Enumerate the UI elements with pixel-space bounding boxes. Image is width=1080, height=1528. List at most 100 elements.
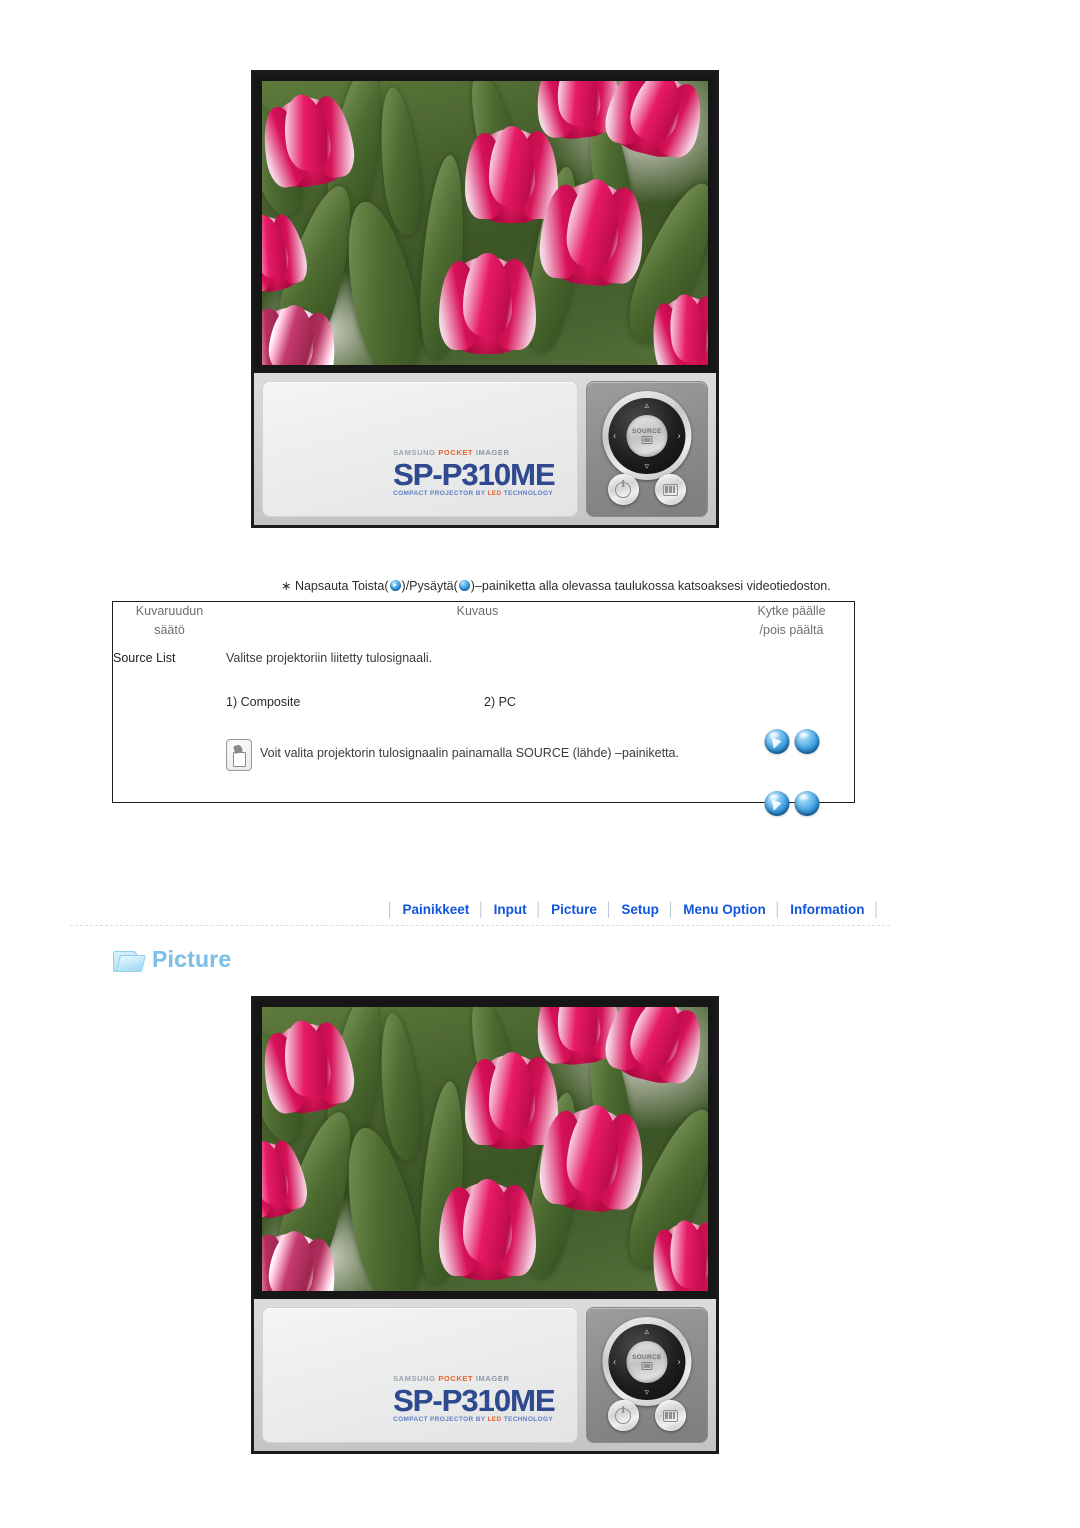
- header-description-text: Kuvaus: [456, 604, 499, 618]
- device-model-text: SP-P310ME: [393, 1382, 556, 1418]
- nav-item-menu-option[interactable]: Menu Option: [683, 902, 765, 917]
- brand-pocket-text: POCKET: [438, 1374, 474, 1384]
- row-note-text: Voit valita projektorin tulosignaalin pa…: [260, 745, 679, 760]
- power-icon: [615, 481, 632, 498]
- header-setting-line1: Kuvaruudun: [135, 604, 204, 618]
- menu-icon: [662, 483, 678, 496]
- device-body-top: SAMSUNG POCKET IMAGER SP-P310ME COMPACT …: [254, 373, 716, 525]
- source-button-label: SOURCE: [631, 1353, 662, 1361]
- header-setting-line2: säätö: [154, 623, 185, 638]
- stop-ball-icon[interactable]: [794, 728, 819, 754]
- table-row: Source List Valitse projektoriin liitett…: [113, 650, 854, 816]
- source-button[interactable]: SOURCE: [626, 415, 668, 457]
- source-input-icon: [641, 435, 653, 444]
- source-button-label: SOURCE: [631, 427, 662, 435]
- source-input-icon: [641, 1361, 653, 1370]
- nav-separator: │: [604, 902, 614, 917]
- tagline-pre-text: COMPACT PROJECTOR BY: [393, 1415, 486, 1423]
- power-icon: [615, 1407, 632, 1424]
- table-header-setting: Kuvaruudun säätö: [113, 602, 226, 651]
- row-options: 1) Composite 2) PC: [226, 695, 729, 709]
- tagline-led-text: LED: [487, 1415, 502, 1423]
- nav-item-setup[interactable]: Setup: [621, 902, 659, 917]
- table-caption: ∗ Napsauta Toista( )/Pysäytä( )–painiketta…: [281, 578, 831, 593]
- nav-item-picture[interactable]: Picture: [551, 902, 597, 917]
- power-button[interactable]: [607, 473, 639, 506]
- menu-button[interactable]: [654, 1399, 686, 1432]
- header-onoff-line1: Kytke päälle: [757, 604, 826, 618]
- nav-separator: │: [534, 902, 544, 917]
- nav-divider: [70, 925, 890, 926]
- nav-separator: │: [872, 902, 881, 917]
- menu-icon: [662, 1409, 678, 1422]
- stop-ball-icon-inline: [458, 580, 470, 591]
- caption-suffix-text: )–painiketta alla olevassa taulukossa ka…: [470, 579, 831, 593]
- tulip-photo-top: [262, 81, 708, 365]
- tulip-photo-bottom: [262, 1007, 708, 1291]
- device-button-row-top: [587, 473, 707, 506]
- video-controls-top: [764, 728, 819, 754]
- tagline-led-text: LED: [487, 489, 502, 497]
- menu-button[interactable]: [654, 473, 686, 506]
- device-front-panel-bottom: SAMSUNG POCKET IMAGER SP-P310ME COMPACT …: [262, 1307, 578, 1443]
- projected-screen-bottom: [254, 999, 716, 1299]
- dpad-outer-ring[interactable]: ▵ ▿ ‹ › SOURCE: [602, 1317, 692, 1407]
- tagline-pre-text: COMPACT PROJECTOR BY: [393, 489, 486, 497]
- brand-samsung-text: SAMSUNG: [393, 1374, 436, 1384]
- projector-device-image-bottom: SAMSUNG POCKET IMAGER SP-P310ME COMPACT …: [251, 996, 719, 1454]
- dpad-outer-ring[interactable]: ▵ ▿ ‹ › SOURCE: [602, 391, 692, 481]
- chevron-down-icon[interactable]: ▿: [645, 1388, 650, 1397]
- projected-screen-top: [254, 73, 716, 373]
- device-model-text: SP-P310ME: [393, 456, 556, 492]
- table-header-description: Kuvaus: [226, 602, 729, 651]
- power-button[interactable]: [607, 1399, 639, 1432]
- device-control-pad-top: ▵ ▿ ‹ › SOURCE: [585, 381, 708, 517]
- device-button-row-bottom: [587, 1399, 707, 1432]
- nav-item-painikkeet[interactable]: Painikkeet: [402, 902, 469, 917]
- page-title: Picture: [152, 946, 232, 972]
- row-option-pc: 2) PC: [484, 694, 516, 709]
- section-navigation: │ Painikkeet │ Input │ Picture │ Setup │…: [378, 902, 889, 917]
- dpad-navigation-ring[interactable]: ▵ ▿ ‹ › SOURCE: [608, 1323, 686, 1401]
- chevron-down-icon[interactable]: ▿: [645, 462, 650, 471]
- video-controls-bottom: [764, 790, 819, 816]
- projector-device-image-top: SAMSUNG POCKET IMAGER SP-P310ME COMPACT …: [251, 70, 719, 528]
- chevron-left-icon[interactable]: ‹: [613, 1357, 616, 1366]
- row-onoff-cell: [729, 651, 854, 816]
- chevron-up-icon[interactable]: ▵: [645, 401, 650, 410]
- chevron-up-icon[interactable]: ▵: [645, 1327, 650, 1336]
- device-branding-top: SAMSUNG POCKET IMAGER SP-P310ME COMPACT …: [393, 448, 556, 497]
- nav-separator: │: [666, 902, 676, 917]
- brand-pocket-text: POCKET: [438, 448, 474, 458]
- nav-separator: │: [773, 902, 783, 917]
- tagline-post-text: TECHNOLOGY: [503, 489, 554, 497]
- table-header-onoff: Kytke päälle /pois päältä: [729, 602, 854, 651]
- device-control-pad-bottom: ▵ ▿ ‹ › SOURCE: [585, 1307, 708, 1443]
- brand-imager-text: IMAGER: [475, 448, 510, 458]
- row-note: Voit valita projektorin tulosignaalin pa…: [226, 738, 729, 771]
- chevron-right-icon[interactable]: ›: [678, 1357, 681, 1366]
- nav-separator: │: [477, 902, 486, 917]
- play-ball-icon[interactable]: [764, 728, 789, 754]
- source-button[interactable]: SOURCE: [626, 1341, 668, 1383]
- nav-item-information[interactable]: Information: [790, 902, 864, 917]
- note-hand-icon: [226, 738, 252, 771]
- caption-prefix-text: ∗ Napsauta Toista(: [281, 579, 389, 593]
- row-option-composite: 1) Composite: [226, 694, 301, 709]
- chevron-left-icon[interactable]: ‹: [613, 431, 616, 440]
- stop-ball-icon[interactable]: [794, 790, 819, 816]
- nav-item-input[interactable]: Input: [494, 902, 527, 917]
- source-list-table: Kuvaruudun säätö Kuvaus Kytke päälle /po…: [112, 601, 855, 816]
- brand-samsung-text: SAMSUNG: [393, 448, 436, 458]
- folder-icon: [113, 948, 147, 972]
- caption-middle-text: )/Pysäytä(: [401, 579, 458, 593]
- brand-imager-text: IMAGER: [475, 1374, 510, 1384]
- device-branding-bottom: SAMSUNG POCKET IMAGER SP-P310ME COMPACT …: [393, 1374, 556, 1423]
- play-ball-icon[interactable]: [764, 790, 789, 816]
- row-setting-name: Source List: [113, 650, 176, 665]
- chevron-right-icon[interactable]: ›: [678, 431, 681, 440]
- row-description-text: Valitse projektoriin liitetty tulosignaa…: [226, 650, 433, 665]
- play-ball-icon-inline: [389, 580, 401, 591]
- dpad-navigation-ring[interactable]: ▵ ▿ ‹ › SOURCE: [608, 397, 686, 475]
- header-onoff-line2: /pois päältä: [759, 623, 824, 638]
